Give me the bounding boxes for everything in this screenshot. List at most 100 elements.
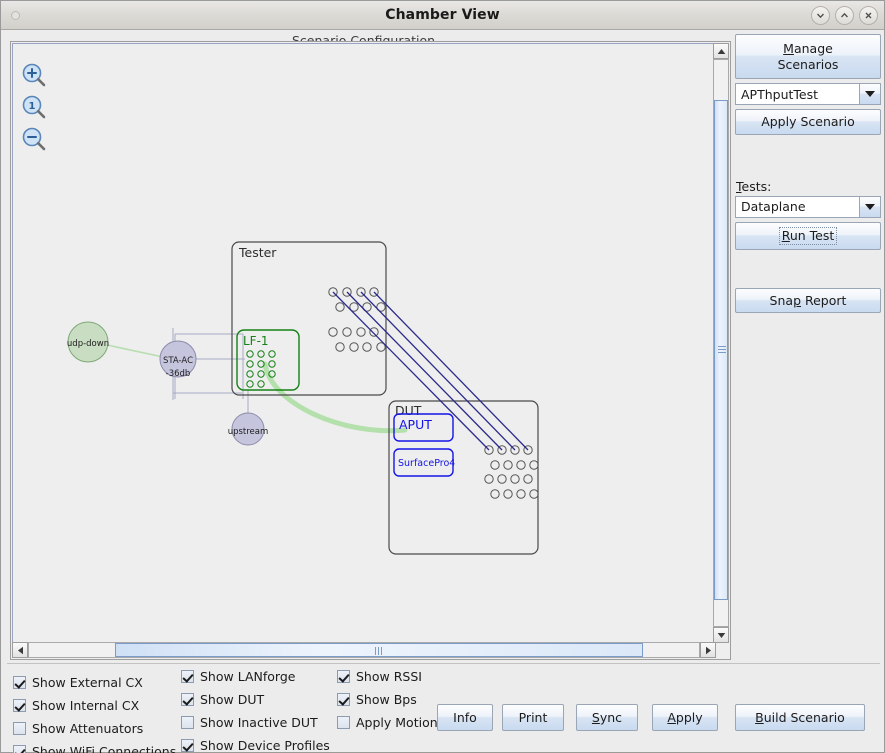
horizontal-scroll-thumb[interactable]	[115, 643, 643, 657]
scenario-select[interactable]: APThputTest	[735, 83, 881, 106]
checkbox-label: Show Bps	[356, 691, 417, 707]
checkbox-show-device-profiles[interactable]: Show Device Profiles	[181, 735, 330, 753]
tester-chamber-label: Tester	[238, 245, 277, 260]
run-test-mnemonic: R	[781, 227, 790, 243]
checkbox-show-wifi-connections[interactable]: Show WiFi Connections	[13, 741, 176, 753]
node-sta-ac-label: STA-AC	[163, 356, 193, 366]
lf-1-label: LF-1	[243, 334, 269, 348]
tests-select-chevron-down-icon[interactable]	[859, 196, 880, 217]
apply-label-rest: pply	[675, 710, 703, 725]
checkbox-label: Show Inactive DUT	[200, 714, 318, 730]
action-button-row: Info Print Sync Apply Build Scenario	[437, 704, 865, 731]
checkbox-show-dut[interactable]: Show DUT	[181, 689, 330, 709]
checkbox-label: Show DUT	[200, 691, 265, 707]
sync-button[interactable]: Sync	[576, 704, 638, 731]
checkbox-box[interactable]	[13, 675, 26, 689]
run-test-button[interactable]: Run Test	[735, 221, 881, 250]
window-content: Scenario Configuration	[1, 30, 885, 753]
vertical-thumb-grip	[718, 346, 726, 354]
zoom-reset-icon[interactable]: 1	[21, 94, 47, 120]
checkbox-show-inactive-dut[interactable]: Show Inactive DUT	[181, 712, 330, 732]
info-button[interactable]: Info	[437, 704, 493, 731]
checkbox-label: Show Attenuators	[32, 720, 144, 736]
scenario-configuration-panel: Scenario Configuration	[7, 33, 734, 663]
node-upstream-label: upstream	[228, 427, 269, 437]
apply-scenario-button[interactable]: Apply Scenario	[735, 109, 881, 135]
window-controls	[811, 6, 878, 25]
chamber-view-window: Chamber View Scenario Configuration	[0, 0, 885, 753]
zoom-out-icon[interactable]	[21, 126, 47, 152]
checkbox-box[interactable]	[337, 669, 350, 683]
checkbox-label: Show LANforge	[200, 668, 296, 684]
checkbox-show-external-cx[interactable]: Show External CX	[13, 672, 176, 692]
run-test-label: Run Test	[778, 226, 838, 245]
manage-scenarios-label-rest: anage	[793, 41, 833, 56]
side-control-panel: Manage Scenarios APThputTest Apply Scena…	[735, 34, 881, 314]
topology-canvas[interactable]: Tester LF-1 DUT APUT SurfacePro4 udp-dow…	[12, 43, 716, 643]
scenario-select-chevron-down-icon[interactable]	[859, 84, 880, 105]
canvas-horizontal-scrollbar[interactable]	[12, 642, 716, 658]
build-scenario-button[interactable]: Build Scenario	[735, 704, 865, 731]
vertical-scroll-thumb[interactable]	[714, 100, 728, 600]
checkbox-column-2: Show LANforge Show DUT Show Inactive DUT Sh…	[181, 666, 330, 753]
apply-button[interactable]: Apply	[652, 704, 718, 731]
checkbox-apply-motion[interactable]: Apply Motion	[337, 712, 438, 732]
manage-scenarios-mnemonic: M	[783, 41, 794, 56]
window-title: Chamber View	[385, 7, 500, 23]
print-button[interactable]: Print	[502, 704, 564, 731]
snap-report-button[interactable]: Snap Report	[735, 287, 881, 314]
checkbox-label: Show Device Profiles	[200, 737, 330, 753]
dut-chamber-label: DUT	[395, 403, 422, 418]
scroll-right-button[interactable]	[700, 642, 716, 658]
checkbox-show-internal-cx[interactable]: Show Internal CX	[13, 695, 176, 715]
maximize-button[interactable]	[835, 6, 854, 25]
scroll-down-button[interactable]	[713, 627, 729, 643]
checkbox-box[interactable]	[181, 738, 194, 752]
scenario-configuration-body: Tester LF-1 DUT APUT SurfacePro4 udp-dow…	[10, 41, 731, 660]
tests-select[interactable]: Dataplane	[735, 195, 881, 218]
close-button[interactable]	[859, 6, 878, 25]
svg-text:1: 1	[29, 101, 36, 112]
checkbox-box[interactable]	[13, 698, 26, 712]
checkbox-box[interactable]	[181, 669, 194, 683]
apply-mnemonic: A	[667, 710, 676, 725]
scroll-up-button[interactable]	[713, 43, 729, 59]
checkbox-label: Show WiFi Connections	[32, 743, 177, 753]
side-panel-spacer-2	[735, 250, 881, 288]
snap-report-mnemonic: p	[793, 292, 802, 308]
checkbox-show-lanforge[interactable]: Show LANforge	[181, 666, 330, 686]
checkbox-label: Show Internal CX	[32, 697, 140, 713]
checkbox-box[interactable]	[337, 692, 350, 706]
scroll-left-button[interactable]	[12, 642, 28, 658]
checkbox-label: Apply Motion	[356, 714, 438, 730]
window-titlebar: Chamber View	[1, 1, 884, 30]
side-panel-spacer-1	[735, 135, 881, 179]
tests-label: Tests:	[736, 179, 881, 194]
apply-scenario-label: Apply Scenario	[761, 114, 855, 130]
vertical-scroll-track[interactable]	[713, 59, 729, 627]
tests-select-value: Dataplane	[736, 196, 859, 217]
checkbox-box[interactable]	[13, 744, 26, 753]
checkbox-show-bps[interactable]: Show Bps	[337, 689, 438, 709]
checkbox-box[interactable]	[181, 715, 194, 729]
node-udp-down-label: udp-down	[67, 339, 109, 349]
manage-scenarios-button[interactable]: Manage Scenarios	[735, 34, 881, 80]
checkbox-box[interactable]	[181, 692, 194, 706]
manage-scenarios-label2: Scenarios	[777, 56, 839, 72]
horizontal-scroll-track[interactable]	[28, 642, 700, 658]
checkbox-show-rssi[interactable]: Show RSSI	[337, 666, 438, 686]
sync-mnemonic: S	[591, 710, 600, 725]
surfacepro4-label: SurfacePro4	[398, 458, 455, 469]
checkbox-box[interactable]	[13, 721, 26, 735]
sync-label-rest: ync	[599, 710, 623, 725]
checkbox-box[interactable]	[337, 715, 350, 729]
bottom-control-bar: Show External CX Show Internal CX Show Att…	[7, 663, 880, 753]
minimize-button[interactable]	[811, 6, 830, 25]
checkbox-show-attenuators[interactable]: Show Attenuators	[13, 718, 176, 738]
build-label-rest: uild Scenario	[763, 710, 845, 725]
checkbox-label: Show External CX	[32, 674, 143, 690]
scenario-select-value: APThputTest	[736, 84, 859, 105]
snap-report-label: Snap Report	[769, 292, 847, 308]
canvas-vertical-scrollbar[interactable]	[713, 43, 729, 643]
zoom-in-icon[interactable]	[21, 62, 47, 88]
